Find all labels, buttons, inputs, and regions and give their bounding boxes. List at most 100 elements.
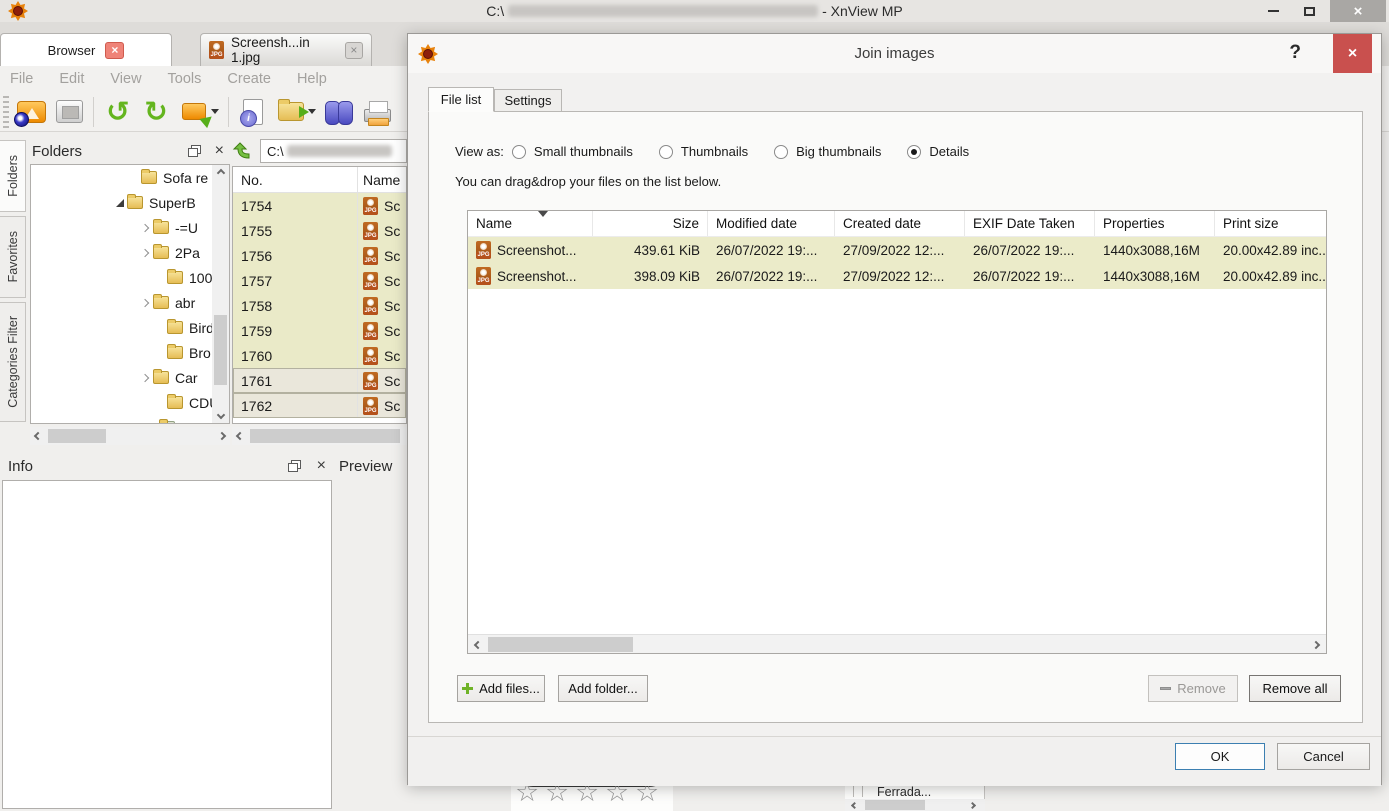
scrollbar-thumb[interactable] xyxy=(48,429,106,443)
rotate-left-button[interactable]: ↺ xyxy=(99,94,137,130)
scrollbar-thumb[interactable] xyxy=(214,315,227,385)
close-dialog-button[interactable]: × xyxy=(1333,34,1372,73)
sidebar-tab-categories-filter[interactable]: Categories Filter xyxy=(0,302,26,422)
expander-closed-icon[interactable] xyxy=(139,250,153,256)
menu-tools[interactable]: Tools xyxy=(168,71,202,87)
scroll-left-button[interactable] xyxy=(30,427,46,445)
close-panel-icon[interactable]: × xyxy=(215,143,224,159)
convert-button[interactable] xyxy=(175,94,213,130)
tab-browser[interactable]: Browser × xyxy=(0,33,172,66)
minimize-button[interactable] xyxy=(1258,0,1288,22)
folder-tree-item[interactable]: SuperB xyxy=(31,190,229,215)
file-row[interactable]: 1754 JPG Sc xyxy=(233,193,406,218)
table-row[interactable]: JPG Screenshot... 439.61 KiB 26/07/2022 1… xyxy=(468,237,1326,263)
open-folder-button[interactable] xyxy=(272,94,310,130)
tab-file-list[interactable]: File list xyxy=(428,87,494,112)
file-row[interactable]: 1759 JPG Sc xyxy=(233,318,406,343)
column-header-size[interactable]: Size xyxy=(593,211,708,236)
scroll-right-button[interactable] xyxy=(1308,635,1324,653)
table-row[interactable]: JPG Screenshot... 398.09 KiB 26/07/2022 1… xyxy=(468,263,1326,289)
ok-button[interactable]: OK xyxy=(1175,743,1265,770)
scrollbar-thumb[interactable] xyxy=(865,800,925,810)
scrollbar-thumb[interactable] xyxy=(250,429,400,443)
remove-button[interactable]: Remove xyxy=(1148,675,1238,702)
toolbar-drag-handle[interactable] xyxy=(3,95,9,128)
expander-closed-icon[interactable] xyxy=(139,300,153,306)
menu-help[interactable]: Help xyxy=(297,71,327,87)
column-header-properties[interactable]: Properties xyxy=(1095,211,1215,236)
folder-tree-item[interactable]: Car xyxy=(31,365,229,390)
menu-file[interactable]: File xyxy=(10,71,33,87)
tab-close-button[interactable]: × xyxy=(344,41,363,59)
file-row-selected[interactable]: 1762 JPG Sc xyxy=(233,393,406,418)
star-icon[interactable]: ☆ xyxy=(605,785,629,808)
radio-thumbnails[interactable] xyxy=(658,144,673,159)
background-horizontal-scrollbar[interactable] xyxy=(845,799,985,811)
menu-edit[interactable]: Edit xyxy=(59,71,84,87)
column-header-exif-date-taken[interactable]: EXIF Date Taken xyxy=(965,211,1095,236)
fullscreen-button[interactable] xyxy=(50,94,88,130)
rotate-right-button[interactable]: ↻ xyxy=(137,94,175,130)
tab-settings[interactable]: Settings xyxy=(494,89,562,112)
radio-small-thumbnails[interactable] xyxy=(511,144,526,159)
scroll-left-button[interactable] xyxy=(232,427,248,445)
folder-tree-item[interactable]: 2Pa xyxy=(31,240,229,265)
scroll-right-button[interactable] xyxy=(965,799,979,811)
file-row[interactable]: 1760 JPG Sc xyxy=(233,343,406,368)
column-header-modified-date[interactable]: Modified date xyxy=(708,211,835,236)
folders-horizontal-scrollbar[interactable] xyxy=(30,427,230,445)
close-window-button[interactable]: × xyxy=(1330,0,1386,22)
scroll-left-button[interactable] xyxy=(470,635,486,653)
star-icon[interactable]: ☆ xyxy=(635,785,659,808)
column-header-print-size[interactable]: Print size xyxy=(1215,211,1326,236)
undock-panel-icon[interactable] xyxy=(187,145,201,157)
column-no[interactable]: No. xyxy=(233,172,357,188)
help-button[interactable]: ? xyxy=(1289,42,1301,64)
table-horizontal-scrollbar[interactable] xyxy=(468,634,1326,653)
scrollbar-thumb[interactable] xyxy=(488,637,633,652)
star-icon[interactable]: ☆ xyxy=(575,785,599,808)
print-button[interactable] xyxy=(358,94,396,130)
scroll-right-button[interactable] xyxy=(214,427,230,445)
sidebar-tab-favorites[interactable]: Favorites xyxy=(0,216,26,298)
star-icon[interactable]: ☆ xyxy=(515,785,539,808)
folder-tree-item-clipped[interactable] xyxy=(31,415,229,423)
file-row-selected[interactable]: 1761 JPG Sc xyxy=(233,368,406,393)
view-image-button[interactable] xyxy=(12,94,50,130)
tab-image[interactable]: JPG Screensh...in 1.jpg × xyxy=(200,33,372,66)
file-row[interactable]: 1755 JPG Sc xyxy=(233,218,406,243)
file-row[interactable]: 1758 JPG Sc xyxy=(233,293,406,318)
browser-horizontal-scrollbar[interactable] xyxy=(232,427,407,445)
menu-create[interactable]: Create xyxy=(227,71,271,87)
sidebar-tab-folders[interactable]: Folders xyxy=(0,140,26,212)
add-files-button[interactable]: Add files... xyxy=(457,675,545,702)
scroll-left-button[interactable] xyxy=(847,799,861,811)
close-panel-icon[interactable]: × xyxy=(317,458,326,474)
folder-tree-item[interactable]: CDU xyxy=(31,390,229,415)
radio-details[interactable] xyxy=(907,144,922,159)
radio-big-thumbnails[interactable] xyxy=(774,144,789,159)
undock-panel-icon[interactable] xyxy=(287,460,301,472)
search-button[interactable] xyxy=(320,94,358,130)
folder-tree-item[interactable]: Bro xyxy=(31,340,229,365)
column-header-created-date[interactable]: Created date xyxy=(835,211,965,236)
menu-view[interactable]: View xyxy=(110,71,141,87)
scroll-up-button[interactable] xyxy=(212,165,229,181)
remove-all-button[interactable]: Remove all xyxy=(1249,675,1341,702)
file-row[interactable]: 1757 JPG Sc xyxy=(233,268,406,293)
expander-closed-icon[interactable] xyxy=(139,375,153,381)
add-folder-button[interactable]: Add folder... xyxy=(558,675,648,702)
go-up-icon[interactable] xyxy=(232,141,252,161)
folder-tree-item[interactable]: abr xyxy=(31,290,229,315)
scroll-down-button[interactable] xyxy=(212,407,229,423)
cancel-button[interactable]: Cancel xyxy=(1277,743,1370,770)
folder-tree-item[interactable]: -=U xyxy=(31,215,229,240)
folder-tree-item[interactable]: Sofa re xyxy=(31,165,229,190)
column-header-name[interactable]: Name xyxy=(468,211,593,236)
expander-closed-icon[interactable] xyxy=(139,225,153,231)
column-name[interactable]: Name xyxy=(357,167,400,192)
file-row[interactable]: 1756 JPG Sc xyxy=(233,243,406,268)
tab-close-button[interactable]: × xyxy=(105,41,125,59)
address-bar-input[interactable]: C:\ xyxy=(260,139,407,163)
folders-vertical-scrollbar[interactable] xyxy=(212,165,229,423)
